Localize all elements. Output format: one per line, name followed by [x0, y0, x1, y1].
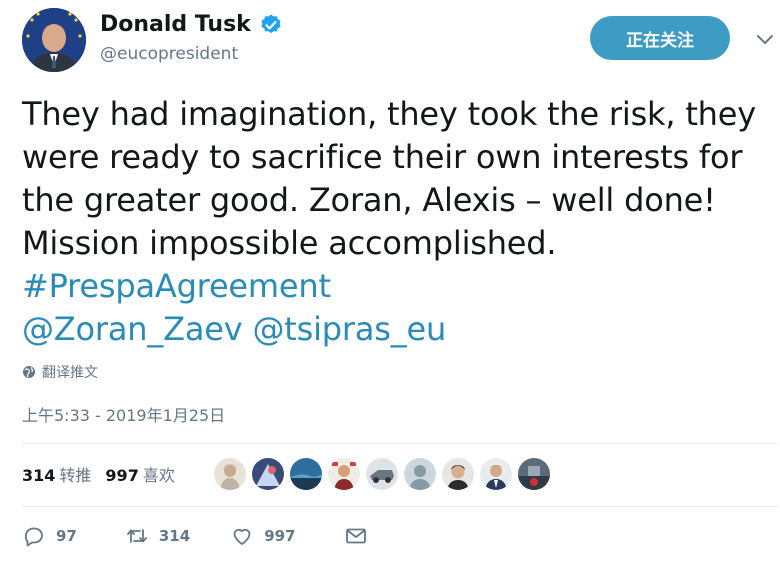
direct-message-button[interactable]: [344, 524, 368, 548]
following-button[interactable]: 正在关注: [590, 16, 730, 60]
tweet-card: Donald Tusk @eucopresident 正在关注 They had…: [0, 0, 780, 575]
liker-avatar[interactable]: [328, 458, 360, 490]
likes-count: 997: [105, 466, 139, 485]
liker-avatar[interactable]: [290, 458, 322, 490]
default-avatar[interactable]: [404, 458, 436, 490]
like-button[interactable]: 997: [230, 524, 296, 548]
retweets-stat[interactable]: 314 转推: [22, 462, 91, 486]
retweet-icon: [126, 529, 147, 543]
tweet-text-line: were ready to sacrifice their own intere…: [22, 138, 743, 176]
author-handle[interactable]: @eucopresident: [100, 44, 238, 64]
liker-avatar[interactable]: [442, 458, 474, 490]
heart-icon: [233, 528, 251, 545]
author-name-row: Donald Tusk: [100, 10, 283, 40]
liker-avatars: [214, 458, 550, 490]
tweet-text-line: Mission impossible accomplished.: [22, 224, 557, 262]
translate-label: 翻译推文: [42, 365, 98, 381]
retweets-label: 转推: [59, 466, 92, 485]
likes-stat[interactable]: 997 喜欢: [105, 462, 174, 486]
tweet-text-line: They had imagination, they took the risk…: [22, 95, 756, 133]
liker-avatar[interactable]: [366, 458, 398, 490]
tweet-text-line: the greater good. Zoran, Alexis – well d…: [22, 181, 716, 219]
globe-icon: [22, 365, 36, 379]
retweet-button[interactable]: 314: [125, 524, 190, 548]
liker-avatar[interactable]: [480, 458, 512, 490]
reply-button[interactable]: 97: [22, 524, 77, 548]
envelope-icon: [345, 528, 366, 544]
liker-avatar[interactable]: [252, 458, 284, 490]
author-avatar[interactable]: [22, 8, 86, 72]
author-display-name[interactable]: Donald Tusk: [100, 10, 251, 40]
reply-icon: [24, 527, 43, 547]
mention-link-zoran[interactable]: @Zoran_Zaev: [22, 310, 243, 348]
mention-link-tsipras[interactable]: @tsipras_eu: [253, 310, 447, 348]
like-count: 997: [264, 527, 296, 545]
chevron-down-icon[interactable]: [756, 32, 774, 46]
likes-label: 喜欢: [142, 466, 175, 485]
retweet-count: 314: [158, 527, 191, 545]
tweet-actions: 97 314 997: [22, 524, 368, 548]
translate-tweet-link[interactable]: 翻译推文: [22, 362, 98, 382]
liker-avatar[interactable]: [214, 458, 246, 490]
tweet-text: They had imagination, they took the risk…: [22, 93, 774, 351]
tweet-timestamp[interactable]: 上午5:33 - 2019年1月25日: [22, 402, 225, 426]
divider: [22, 443, 778, 444]
hashtag-link[interactable]: #PrespaAgreement: [22, 267, 331, 305]
retweets-count: 314: [22, 466, 56, 485]
verified-badge-icon: [259, 13, 283, 37]
reply-count: 97: [56, 527, 77, 545]
divider: [22, 506, 778, 507]
liker-avatar[interactable]: [518, 458, 550, 490]
engagement-stats: 314 转推 997 喜欢: [22, 462, 189, 486]
